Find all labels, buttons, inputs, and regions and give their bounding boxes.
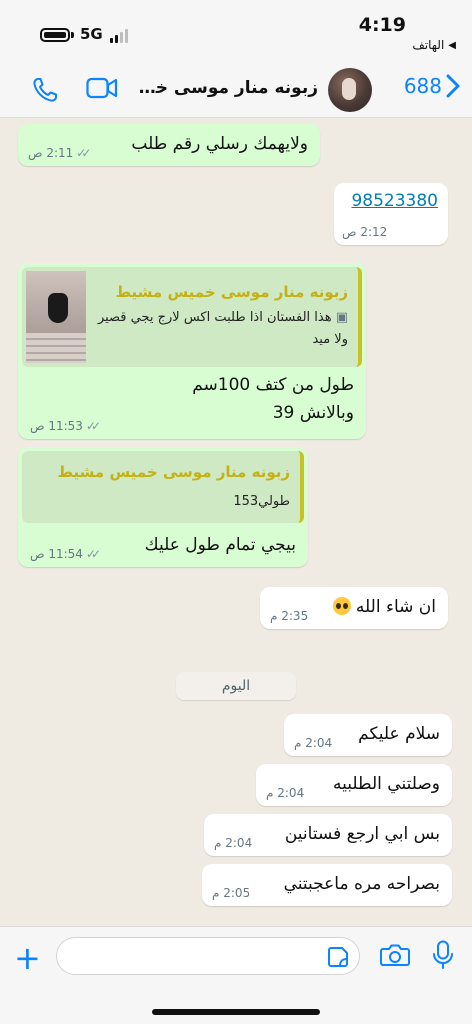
status-time: 4:19: [358, 14, 406, 36]
back-count: 688: [403, 74, 442, 98]
mic-icon[interactable]: [432, 940, 454, 970]
quoted-text: طولي153: [233, 494, 290, 509]
message-bubble[interactable]: ان شاء الله 2:35 م: [260, 587, 448, 629]
contact-name[interactable]: زبونه منار موسى خميس مشيط: [128, 78, 318, 98]
sticker-icon[interactable]: [327, 946, 349, 968]
chevron-left-icon: [446, 74, 460, 98]
ticks-icon: ✓✓: [85, 547, 101, 561]
quoted-text: ▣ هذا الفستان اذا طلبت اكس لارج يجي قصير…: [90, 307, 348, 351]
camera-small-icon: ▣: [331, 310, 348, 325]
quoted-message[interactable]: زبونه منار موسى خميس مشيط ▣ هذا الفستان …: [22, 267, 362, 367]
quoted-image-thumbnail: [26, 271, 86, 363]
message-meta: 2:04 م: [294, 736, 332, 750]
message-input[interactable]: [69, 938, 319, 974]
message-time: 2:12 ص: [342, 225, 388, 239]
back-button[interactable]: 688: [404, 74, 460, 98]
message-bubble[interactable]: وصلتني الطلبيه 2:04 م: [256, 764, 452, 806]
message-meta: 2:04 م: [266, 786, 304, 800]
day-separator: اليوم: [176, 672, 296, 700]
message-meta: 11:53 ص ✓✓: [30, 419, 101, 433]
signal-icon: [110, 28, 128, 43]
message-time: 2:04 م: [294, 736, 333, 750]
message-time: 11:54 ص: [30, 547, 83, 561]
message-meta: 2:11 ص ✓✓: [28, 146, 91, 160]
battery-icon: [40, 28, 70, 42]
camera-icon[interactable]: [380, 943, 410, 967]
message-meta: 2:04 م: [214, 836, 252, 850]
message-meta: 2:35 م: [270, 609, 308, 623]
message-meta: 11:54 ص ✓✓: [30, 547, 101, 561]
message-text-content: ان شاء الله: [355, 597, 436, 617]
message-time: 2:11 ص: [28, 146, 74, 160]
message-bubble[interactable]: زبونه منار موسى خميس مشيط ▣ هذا الفستان …: [18, 263, 366, 439]
ticks-icon: ✓✓: [76, 146, 91, 160]
chat-header: 688 زبونه منار موسى خميس مشيط: [0, 60, 472, 118]
message-text-line: وبالانش 39: [272, 403, 354, 423]
back-to-app[interactable]: الهاتف ◀: [412, 38, 456, 52]
message-bubble[interactable]: ولايهمك رسلي رقم طلب 2:11 ص ✓✓: [18, 124, 320, 166]
quoted-sender: زبونه منار موسى خميس مشيط: [57, 463, 290, 481]
message-meta: 2:12 ص: [342, 225, 387, 239]
message-composer: +: [0, 926, 472, 1024]
message-time: 2:05 م: [212, 886, 251, 900]
message-bubble[interactable]: 98523380 2:12 ص: [334, 183, 448, 245]
plus-icon[interactable]: +: [14, 942, 41, 974]
home-indicator: [152, 1009, 320, 1015]
battery-nub: [71, 32, 74, 38]
message-bubble[interactable]: بصراحه مره ماعجبتني 2:05 م: [202, 864, 452, 906]
quoted-sender: زبونه منار موسى خميس مشيط: [115, 283, 348, 301]
back-app-arrow-icon: ◀: [448, 39, 456, 51]
pleading-face-emoji-icon: [332, 597, 351, 615]
phone-number-link[interactable]: 98523380: [351, 191, 438, 211]
message-text: سلام عليكم: [358, 724, 440, 744]
message-time: 2:04 م: [214, 836, 253, 850]
message-time: 11:53 ص: [30, 419, 83, 433]
message-time: 2:04 م: [266, 786, 305, 800]
message-bubble[interactable]: بس ابي ارجع فستانين 2:04 م: [204, 814, 452, 856]
message-bubble[interactable]: سلام عليكم 2:04 م: [284, 714, 452, 756]
back-app-label: الهاتف: [412, 38, 445, 52]
avatar[interactable]: [328, 68, 372, 112]
message-text: وصلتني الطلبيه: [333, 774, 440, 794]
quoted-text-content: هذا الفستان اذا طلبت اكس لارج يجي قصير و…: [97, 310, 348, 347]
message-text: ولايهمك رسلي رقم طلب: [131, 134, 308, 154]
message-input-wrapper[interactable]: [56, 937, 360, 975]
message-text-line: طول من كتف 100سم: [192, 375, 354, 395]
message-time: 2:35 م: [270, 609, 309, 623]
status-bar: 5G 4:19 الهاتف ◀: [0, 0, 472, 60]
ticks-icon: ✓✓: [85, 419, 101, 433]
video-icon[interactable]: [86, 77, 118, 99]
network-label: 5G: [80, 25, 103, 43]
message-text: بيجي تمام طول عليك: [144, 535, 296, 555]
message-text: بس ابي ارجع فستانين: [284, 824, 440, 844]
phone-icon[interactable]: [32, 77, 58, 103]
quoted-message[interactable]: زبونه منار موسى خميس مشيط طولي153: [22, 451, 304, 523]
message-text: بصراحه مره ماعجبتني: [283, 874, 440, 894]
message-meta: 2:05 م: [212, 886, 250, 900]
message-bubble[interactable]: زبونه منار موسى خميس مشيط طولي153 بيجي ت…: [18, 447, 308, 567]
message-text: ان شاء الله: [332, 597, 436, 617]
